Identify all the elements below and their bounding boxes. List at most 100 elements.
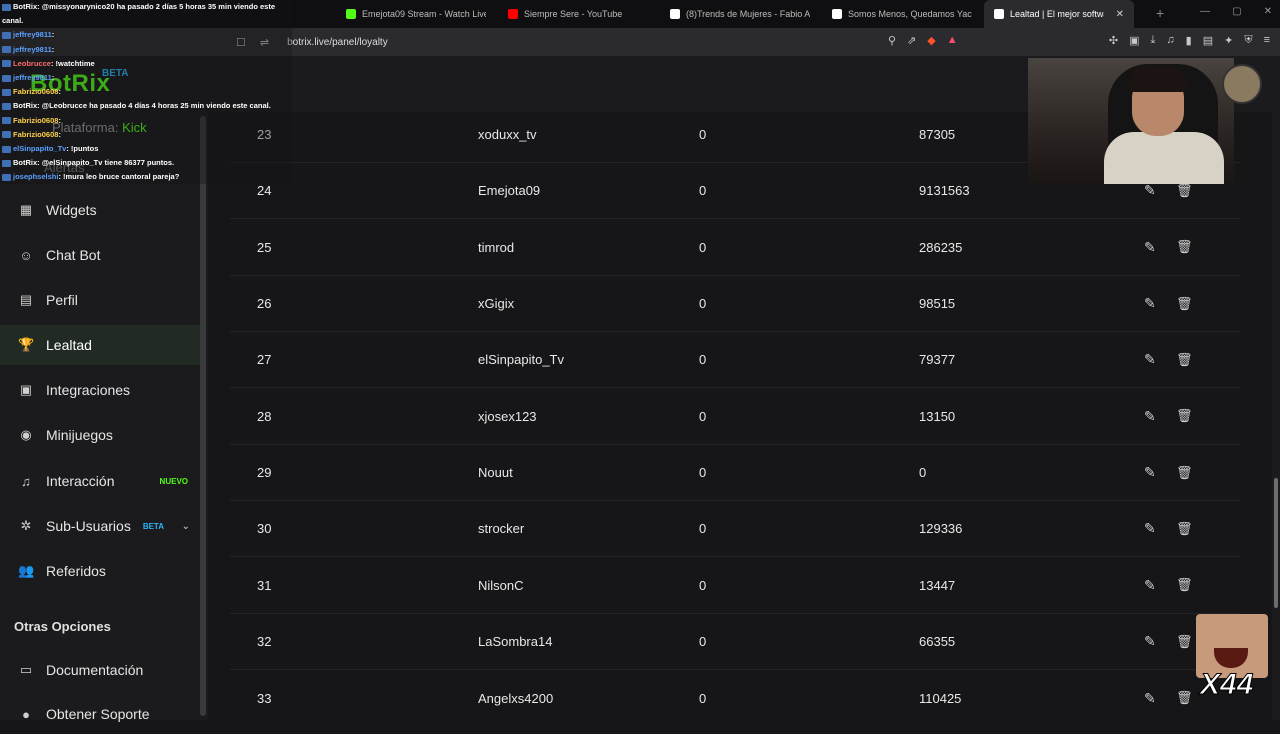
chat-message: josephselshi: !mura leo bruce cantoral p…: [2, 170, 290, 184]
share-icon[interactable]: ⇗: [907, 34, 916, 47]
value-cell: 0: [699, 465, 707, 481]
chat-badge-icon: [2, 117, 11, 125]
trash-icon[interactable]: 🗑: [1176, 634, 1193, 650]
sidebar-item-support[interactable]: ● Obtener Soporte: [0, 694, 200, 734]
zoom-icon[interactable]: ⚲: [888, 34, 896, 47]
username-cell: Nouut: [478, 465, 513, 481]
sidebar-item-interaccin[interactable]: ♫ Interacción NUEVO: [0, 461, 200, 501]
sidebar-item-minijuegos[interactable]: ◉ Minijuegos: [0, 415, 200, 455]
points-cell: 286235: [919, 239, 963, 255]
trash-icon[interactable]: 🗑: [1176, 690, 1193, 706]
value-cell: 0: [699, 239, 707, 255]
trash-icon[interactable]: 🗑: [1176, 521, 1193, 537]
url-field[interactable]: botrix.live/panel/loyalty: [287, 37, 388, 48]
chevron-down-icon[interactable]: ⌄: [182, 521, 190, 532]
rank-cell: 31: [257, 577, 272, 593]
chat-message: jeffrey9811:: [2, 28, 290, 42]
sidebar-icon[interactable]: ▮: [1186, 34, 1192, 47]
music-note-icon: ♫: [21, 473, 31, 489]
avatar[interactable]: [1222, 64, 1262, 104]
rank-cell: 25: [257, 239, 272, 255]
tab-6[interactable]: Lealtad | El mejor software para ✕: [984, 0, 1134, 28]
chat-badge-icon: [2, 102, 11, 110]
page-scrollbar-thumb[interactable]: [1274, 478, 1278, 608]
edit-icon[interactable]: ✎: [1144, 577, 1156, 594]
page-scrollbar[interactable]: [1272, 112, 1280, 720]
chat-text: :: [51, 44, 55, 54]
edit-icon[interactable]: ✎: [1144, 408, 1156, 425]
chat-text: : !puntos: [66, 144, 99, 154]
points-cell: 66355: [919, 634, 956, 650]
close-tab-icon[interactable]: ✕: [1116, 9, 1124, 20]
chat-text: :: [51, 73, 55, 83]
sidebar-item-label: Perfil: [46, 292, 78, 308]
value-cell: 0: [699, 408, 707, 424]
sidebar-item-chatbot[interactable]: ☺ Chat Bot: [0, 235, 200, 275]
person-body: [1104, 132, 1224, 184]
close-window-icon[interactable]: ✕: [1264, 6, 1272, 17]
edit-icon[interactable]: ✎: [1144, 295, 1156, 312]
profile-card-icon: ▤: [19, 292, 33, 307]
sidebar-item-label: Referidos: [46, 563, 106, 579]
tab-4[interactable]: (8)Trends de Mujeres - Fabio Agostin: [660, 0, 820, 28]
menu-icon[interactable]: ≡: [1264, 34, 1270, 47]
sidebar-item-perfil[interactable]: ▤ Perfil: [0, 280, 200, 320]
tab-2[interactable]: Emejota09 Stream - Watch Live on K: [336, 0, 496, 28]
table-row: 31 NilsonC 0 13447 ✎ 🗑: [230, 558, 1240, 614]
chat-text: :: [51, 30, 55, 40]
edit-icon[interactable]: ✎: [1144, 182, 1156, 199]
trash-icon[interactable]: 🗑: [1176, 352, 1193, 368]
edit-icon[interactable]: ✎: [1144, 239, 1156, 256]
edit-icon[interactable]: ✎: [1144, 633, 1156, 650]
brave-rewards-icon[interactable]: ▲: [947, 34, 958, 47]
edit-icon[interactable]: ✎: [1144, 690, 1156, 707]
tab-5[interactable]: Somos Menos, Quedamos Yaco y Yo: [822, 0, 982, 28]
integrations-icon: ▣: [19, 382, 33, 397]
extensions-icon[interactable]: ✣: [1109, 34, 1118, 47]
tab-3[interactable]: Siempre Sere - YouTube: [498, 0, 658, 28]
trash-icon[interactable]: 🗑: [1176, 465, 1193, 481]
trash-icon[interactable]: 🗑: [1176, 183, 1193, 199]
brave-shield-icon[interactable]: ◆: [927, 34, 935, 47]
chat-text: : @Leobrucce ha pasado 4 días 4 horas 25…: [37, 101, 271, 111]
new-tab-icon[interactable]: +: [1144, 5, 1176, 21]
sidebar-item-label: Minijuegos: [46, 427, 113, 443]
username-cell: Angelxs4200: [478, 690, 554, 706]
sidebar-item-documentation[interactable]: ▭ Documentación: [0, 650, 200, 690]
screenshot-icon[interactable]: ▣: [1129, 34, 1139, 47]
sidebar-item-referidos[interactable]: 👥 Referidos: [0, 551, 200, 591]
table-row: 32 LaSombra14 0 66355 ✎ 🗑: [230, 614, 1240, 671]
maximize-icon[interactable]: ▢: [1232, 6, 1241, 17]
media-icon[interactable]: ♫: [1166, 34, 1174, 47]
chat-badge-icon: [2, 131, 11, 139]
chat-username: jeffrey9811: [13, 30, 52, 40]
points-cell: 13150: [919, 408, 956, 424]
trash-icon[interactable]: 🗑: [1176, 408, 1193, 424]
trash-icon[interactable]: 🗑: [1176, 239, 1193, 255]
points-cell: 79377: [919, 352, 956, 368]
new-badge: NUEVO: [159, 476, 188, 486]
sidebar-scrollbar[interactable]: [200, 116, 206, 716]
sidebar-item-label: Documentación: [46, 662, 144, 678]
sidebar-item-subusuarios[interactable]: ✲ Sub-Usuarios BETA ⌄: [0, 506, 200, 546]
trash-icon[interactable]: 🗑: [1176, 296, 1193, 312]
table-row: 28 xjosex123 0 13150 ✎ 🗑: [230, 389, 1240, 445]
minimize-icon[interactable]: —: [1200, 6, 1210, 17]
value-cell: 0: [699, 634, 707, 650]
tab-title: Lealtad | El mejor software para: [1010, 9, 1104, 19]
edit-icon[interactable]: ✎: [1144, 351, 1156, 368]
value-cell: 0: [699, 296, 707, 312]
sidebar-item-lealtad[interactable]: 🏆 Lealtad: [0, 325, 200, 365]
leo-ai-icon[interactable]: ✦: [1224, 34, 1233, 47]
sidebar-item-integraciones[interactable]: ▣ Integraciones: [0, 370, 200, 410]
window-controls: — ▢ ✕: [1200, 6, 1272, 17]
wallet-icon[interactable]: ▤: [1203, 34, 1213, 47]
points-cell: 110425: [919, 690, 962, 706]
trash-icon[interactable]: 🗑: [1176, 577, 1193, 593]
edit-icon[interactable]: ✎: [1144, 520, 1156, 537]
sidebar-item-widgets[interactable]: ▦ Widgets: [0, 190, 200, 230]
download-icon[interactable]: ⤓: [1151, 34, 1156, 47]
sidebar-item-label: Integraciones: [46, 382, 131, 398]
edit-icon[interactable]: ✎: [1144, 464, 1156, 481]
vpn-icon[interactable]: ⛨: [1244, 34, 1252, 47]
